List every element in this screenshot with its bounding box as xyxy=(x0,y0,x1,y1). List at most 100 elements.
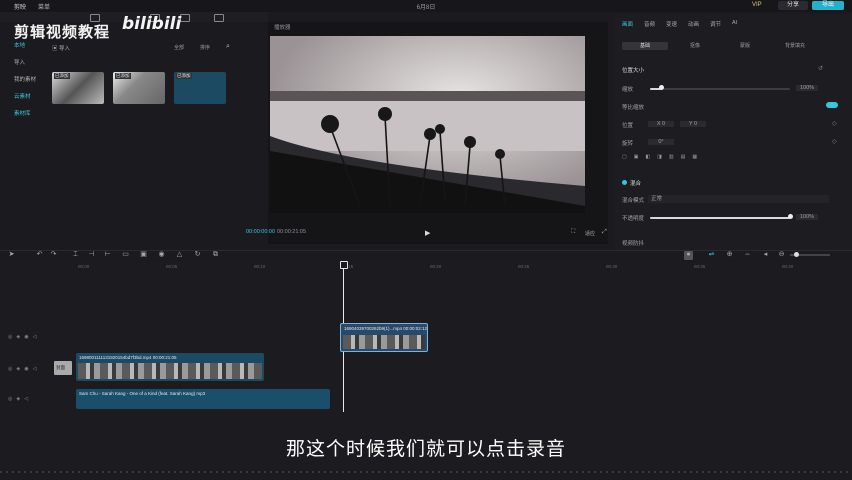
split-icon[interactable]: ⌶ xyxy=(72,251,79,258)
rotate-icon[interactable]: ↻ xyxy=(194,251,201,258)
clip-label: 16904039700262b9(1)...mp4 00:00:02:12 xyxy=(344,326,428,331)
search-icon[interactable]: ⌕ xyxy=(226,43,230,51)
video-preview[interactable] xyxy=(270,36,585,213)
cover-label: 封面 xyxy=(56,365,65,370)
nav-item-local[interactable]: 本地 xyxy=(8,40,46,53)
export-button[interactable]: 导出 xyxy=(812,1,844,10)
blend-section-label: 混合 xyxy=(630,181,642,187)
scale-label: 缩放 xyxy=(622,87,634,93)
blend-checkbox[interactable] xyxy=(622,180,627,185)
subtab-basic[interactable]: 基础 xyxy=(622,42,668,50)
vip-badge[interactable]: VIP xyxy=(752,2,762,8)
freeze-icon[interactable]: ▣ xyxy=(140,251,147,258)
tab-speed[interactable]: 变速 xyxy=(666,20,677,28)
player-title: 播放器 xyxy=(274,25,291,31)
subtab-matting[interactable]: 抠像 xyxy=(672,42,718,50)
audio-clip[interactable]: Sam Chu - Sarah Kang - One of a Kind (fe… xyxy=(76,389,330,409)
ratio-button[interactable]: 适应 xyxy=(585,230,595,237)
opacity-slider[interactable] xyxy=(650,217,790,219)
clip-label: Sam Chu - Sarah Kang - One of a Kind (fe… xyxy=(79,391,206,396)
magnet-icon[interactable]: ⊕ xyxy=(726,251,733,258)
clip-label: 1698001111131920154bd7f3bd.mp4 00:00:21:… xyxy=(79,355,177,360)
crop-tool-icon[interactable]: ⧉ xyxy=(212,251,219,258)
title-bar: 剪映 菜单 6月8日 VIP 分享 导出 xyxy=(0,0,852,12)
undo-icon[interactable]: ↶ xyxy=(36,251,43,258)
cover-thumbnail[interactable]: 封面 xyxy=(54,361,72,375)
main-track-controls[interactable]: ◎◈◉◁ xyxy=(8,366,40,372)
position-y-input[interactable]: Y 0 xyxy=(680,121,706,127)
fullscreen-icon[interactable]: ⤢ xyxy=(602,229,607,236)
transition-module-icon[interactable] xyxy=(214,14,224,22)
reverse-icon[interactable]: ◉ xyxy=(158,251,165,258)
audio-icon[interactable]: ◂ xyxy=(762,251,769,258)
tab-ai[interactable]: AI xyxy=(732,20,737,26)
video-frame xyxy=(270,36,585,213)
split-right-icon[interactable]: ⊢ xyxy=(104,251,111,258)
uniform-scale-toggle[interactable] xyxy=(826,102,838,108)
zoom-out-icon[interactable]: ⊖ xyxy=(778,251,785,258)
select-icon[interactable]: ➤ xyxy=(8,251,15,258)
ruler-tick: 00:00 xyxy=(78,264,90,269)
opacity-value[interactable]: 100% xyxy=(796,214,818,220)
scale-slider[interactable] xyxy=(650,88,790,90)
tab-adjust[interactable]: 调节 xyxy=(710,20,721,28)
rotate-input[interactable]: 0° xyxy=(648,139,674,145)
crop-icon[interactable]: ⛶ xyxy=(571,229,575,236)
bilibili-logo: bilibili xyxy=(122,14,182,34)
current-time: 00:00:00:00 xyxy=(246,229,276,235)
video-clip-overlay[interactable]: 16904039700262b9(1)...mp4 00:00:02:12 xyxy=(340,323,428,352)
nav-item-cloud[interactable]: 云素材 xyxy=(8,91,46,104)
stabilize-label: 视频防抖 xyxy=(622,241,645,247)
sub-track-controls[interactable]: ◎◈◉◁ xyxy=(8,334,40,340)
mirror-icon[interactable]: △ xyxy=(176,251,183,258)
blend-mode-label: 混合模式 xyxy=(622,198,645,204)
menu-button[interactable]: 菜单 xyxy=(38,2,50,11)
subtab-background[interactable]: 背景填充 xyxy=(772,42,818,50)
tab-audio[interactable]: 音频 xyxy=(644,20,655,28)
keyframe-icon[interactable]: ◇ xyxy=(832,138,837,145)
timeline-bottom-dots xyxy=(0,471,852,473)
subtab-mask[interactable]: 蒙版 xyxy=(722,42,768,50)
nav-item-my-assets[interactable]: 我的素材 xyxy=(8,74,46,87)
align-buttons[interactable]: ▢▣◧◨▥▤▦ xyxy=(622,154,704,160)
scale-value[interactable]: 100% xyxy=(796,85,818,91)
play-icon[interactable]: ▶ xyxy=(425,229,430,237)
opacity-label: 不透明度 xyxy=(622,216,645,222)
blend-mode-select[interactable]: 正常 xyxy=(648,195,829,203)
split-left-icon[interactable]: ⊣ xyxy=(88,251,95,258)
preview-icon[interactable]: ⇔ xyxy=(744,251,751,258)
tab-video[interactable]: 画面 xyxy=(622,20,633,28)
redo-icon[interactable]: ↷ xyxy=(50,251,57,258)
position-x-input[interactable]: X 0 xyxy=(648,121,674,127)
filter-all[interactable]: 全部 xyxy=(174,44,184,51)
import-button[interactable]: ▣ 导入 xyxy=(52,44,70,52)
watermark-text: 剪辑视频教程 xyxy=(14,23,111,41)
opacity-slider-knob[interactable] xyxy=(788,214,793,219)
media-item[interactable]: 已添加 xyxy=(113,72,165,104)
sort-button[interactable]: 排序 xyxy=(200,44,210,51)
playhead-handle[interactable] xyxy=(340,261,348,269)
audio-track-controls[interactable]: ◎◈◁ xyxy=(8,396,32,402)
effect-module-icon[interactable] xyxy=(180,14,190,22)
video-clip-main[interactable]: 1698001111131920154bd7f3bd.mp4 00:00:21:… xyxy=(76,353,264,381)
media-item[interactable]: 已添加 xyxy=(174,72,226,104)
tab-animation[interactable]: 动画 xyxy=(688,20,699,28)
link-icon[interactable]: ⇌ xyxy=(708,251,715,258)
import-icon: ▣ xyxy=(52,46,60,52)
opacity-slider-fill xyxy=(650,217,790,219)
added-badge: 已添加 xyxy=(176,73,192,79)
ruler-tick: 00:20 xyxy=(430,264,442,269)
import-label: 导入 xyxy=(59,46,71,52)
nav-item-library[interactable]: 素材库 xyxy=(8,108,46,121)
delete-icon[interactable]: ▭ xyxy=(122,251,129,258)
record-icon[interactable]: ● xyxy=(684,251,693,260)
total-time: 00:00:21:05 xyxy=(277,229,307,235)
ruler-tick: 00:40 xyxy=(782,264,794,269)
media-item[interactable]: 已添加 xyxy=(52,72,104,104)
nav-item-import[interactable]: 导入 xyxy=(8,57,46,70)
keyframe-icon[interactable]: ◇ xyxy=(832,120,837,127)
zoom-knob[interactable] xyxy=(794,252,799,257)
reset-icon[interactable]: ↺ xyxy=(818,65,823,72)
share-button[interactable]: 分享 xyxy=(778,1,808,10)
clip-filmstrip xyxy=(343,335,425,349)
